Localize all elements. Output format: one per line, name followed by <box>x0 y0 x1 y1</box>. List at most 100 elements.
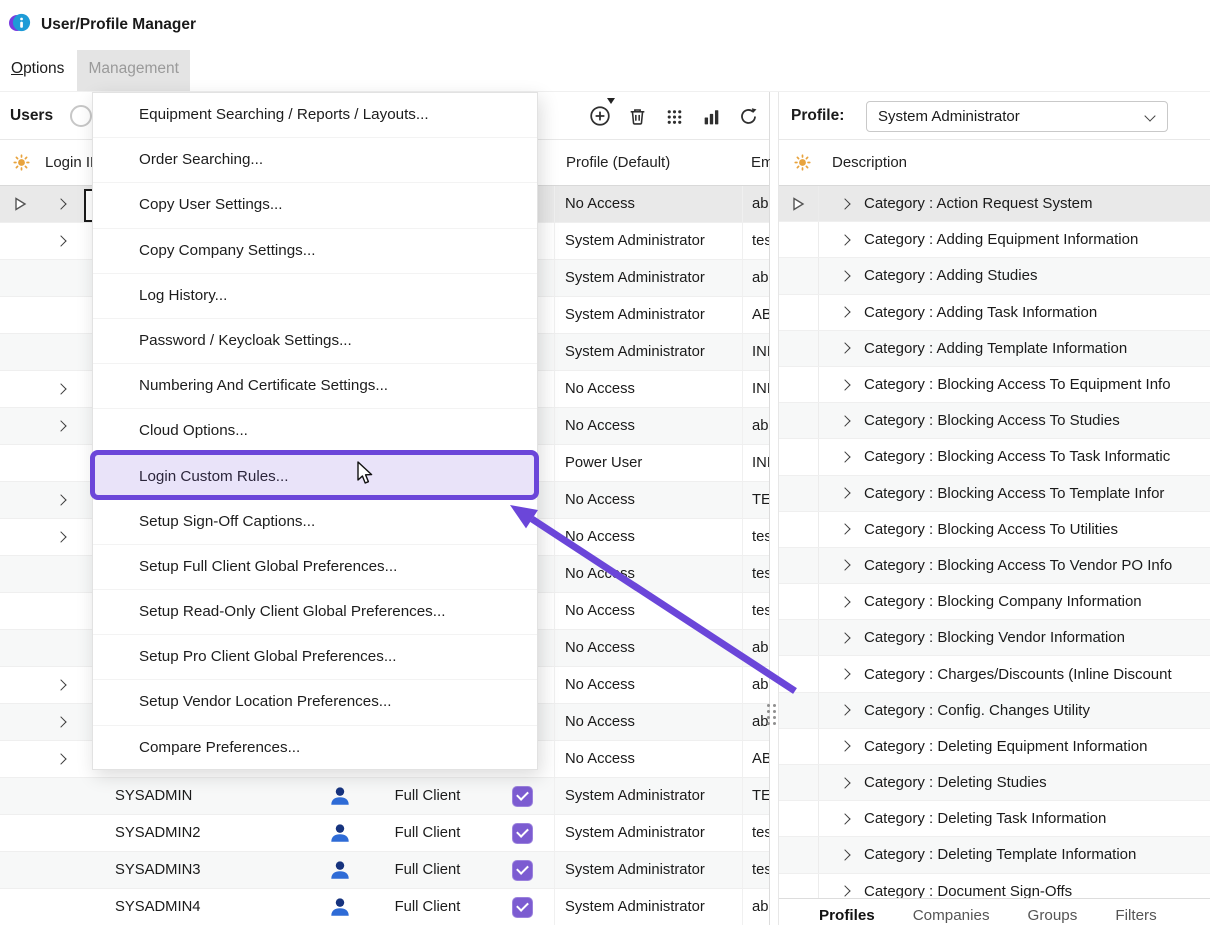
column-header-description[interactable]: Description <box>832 140 907 186</box>
category-row[interactable]: Category : Document Sign-Offs <box>779 874 1210 898</box>
expander-chevron-icon[interactable] <box>839 270 850 281</box>
menu-item[interactable]: Copy User Settings... <box>93 183 537 228</box>
menu-item[interactable]: Setup Read-Only Client Global Preference… <box>93 590 537 635</box>
menu-item[interactable]: Equipment Searching / Reports / Layouts.… <box>93 93 537 138</box>
menu-item[interactable]: Copy Company Settings... <box>93 229 537 274</box>
expander-chevron-icon[interactable] <box>55 383 66 394</box>
category-row[interactable]: Category : Blocking Access To Template I… <box>779 476 1210 512</box>
menu-item[interactable]: Compare Preferences... <box>93 726 537 771</box>
enabled-checkbox[interactable] <box>512 823 533 844</box>
row-expander[interactable] <box>40 482 82 518</box>
expander-chevron-icon[interactable] <box>55 198 66 209</box>
row-expander[interactable] <box>40 186 82 222</box>
expander-chevron-icon[interactable] <box>55 420 66 431</box>
row-expander[interactable] <box>40 704 82 740</box>
splitter-grip[interactable] <box>767 704 776 725</box>
category-row[interactable]: Category : Config. Changes Utility <box>779 693 1210 729</box>
category-row[interactable]: Category : Deleting Studies <box>779 765 1210 801</box>
category-row[interactable]: Category : Blocking Access To Utilities <box>779 512 1210 548</box>
column-settings-sun-icon[interactable] <box>13 154 30 175</box>
chart-view-button[interactable] <box>696 101 726 131</box>
menu-item[interactable]: Password / Keycloak Settings... <box>93 319 537 364</box>
menu-management[interactable]: Management <box>77 50 189 91</box>
row-expander[interactable] <box>40 519 82 555</box>
expander-chevron-icon[interactable] <box>839 741 850 752</box>
expander-chevron-icon[interactable] <box>839 415 850 426</box>
expander-chevron-icon[interactable] <box>839 234 850 245</box>
expander-chevron-icon[interactable] <box>839 705 850 716</box>
expander-chevron-icon[interactable] <box>839 379 850 390</box>
category-row[interactable]: Category : Blocking Vendor Information <box>779 620 1210 656</box>
menu-item[interactable]: Setup Sign-Off Captions... <box>93 500 537 545</box>
expander-chevron-icon[interactable] <box>839 524 850 535</box>
menu-item[interactable]: Setup Full Client Global Preferences... <box>93 545 537 590</box>
expander-chevron-icon[interactable] <box>839 198 850 209</box>
expander-chevron-icon[interactable] <box>839 668 850 679</box>
menu-item[interactable]: Numbering And Certificate Settings... <box>93 364 537 409</box>
menu-item[interactable]: Setup Vendor Location Preferences... <box>93 680 537 725</box>
table-row[interactable]: SYSADMIN2Full ClientSystem Administrator… <box>0 815 769 852</box>
category-row[interactable]: Category : Charges/Discounts (Inline Dis… <box>779 656 1210 692</box>
enabled-checkbox[interactable] <box>512 897 533 918</box>
column-header-email[interactable]: Email <box>751 140 770 186</box>
category-row[interactable]: Category : Adding Studies <box>779 258 1210 294</box>
table-row[interactable]: SYSADMIN4Full ClientSystem Administrator… <box>0 889 769 925</box>
column-settings-sun-icon[interactable] <box>794 154 811 175</box>
category-row[interactable]: Category : Action Request System <box>779 186 1210 222</box>
category-row[interactable]: Category : Blocking Access To Vendor PO … <box>779 548 1210 584</box>
table-row[interactable]: SYSADMIN3Full ClientSystem Administrator… <box>0 852 769 889</box>
row-expander[interactable] <box>40 371 82 407</box>
menu-item[interactable]: Log History... <box>93 274 537 319</box>
category-row[interactable]: Category : Adding Template Information <box>779 331 1210 367</box>
tab-profiles[interactable]: Profiles <box>819 899 875 925</box>
menu-item[interactable]: Login Custom Rules... <box>93 455 537 500</box>
expander-chevron-icon[interactable] <box>839 849 850 860</box>
profile-select[interactable]: System Administrator <box>866 101 1168 132</box>
expander-chevron-icon[interactable] <box>55 494 66 505</box>
enabled-checkbox[interactable] <box>512 860 533 881</box>
category-row[interactable]: Category : Blocking Company Information <box>779 584 1210 620</box>
expander-chevron-icon[interactable] <box>839 596 850 607</box>
refresh-button[interactable] <box>733 101 763 131</box>
add-dropdown-caret-icon[interactable] <box>607 98 615 104</box>
row-expander[interactable] <box>40 741 82 777</box>
expander-chevron-icon[interactable] <box>839 343 850 354</box>
tab-companies[interactable]: Companies <box>913 899 990 925</box>
tab-filters[interactable]: Filters <box>1115 899 1156 925</box>
enabled-checkbox[interactable] <box>512 786 533 807</box>
menu-item[interactable]: Cloud Options... <box>93 409 537 454</box>
expander-chevron-icon[interactable] <box>839 885 850 896</box>
expander-chevron-icon[interactable] <box>839 777 850 788</box>
table-row[interactable]: SYSADMINFull ClientSystem AdministratorT… <box>0 778 769 815</box>
row-expander[interactable] <box>40 223 82 259</box>
category-row[interactable]: Category : Adding Equipment Information <box>779 222 1210 258</box>
expander-chevron-icon[interactable] <box>55 235 66 246</box>
category-row[interactable]: Category : Blocking Access To Task Infor… <box>779 439 1210 475</box>
users-toggle[interactable] <box>70 105 92 127</box>
row-expander[interactable] <box>40 667 82 703</box>
category-row[interactable]: Category : Deleting Template Information <box>779 837 1210 873</box>
category-row[interactable]: Category : Deleting Equipment Informatio… <box>779 729 1210 765</box>
expander-chevron-icon[interactable] <box>839 451 850 462</box>
category-row[interactable]: Category : Deleting Task Information <box>779 801 1210 837</box>
add-user-button[interactable] <box>585 101 615 131</box>
expander-chevron-icon[interactable] <box>839 487 850 498</box>
tab-groups[interactable]: Groups <box>1028 899 1078 925</box>
expander-chevron-icon[interactable] <box>55 531 66 542</box>
expander-chevron-icon[interactable] <box>839 306 850 317</box>
delete-user-button[interactable] <box>622 101 652 131</box>
expander-chevron-icon[interactable] <box>55 716 66 727</box>
column-header-profile[interactable]: Profile (Default) <box>566 140 670 186</box>
row-expander[interactable] <box>40 408 82 444</box>
menu-options[interactable]: Options <box>0 50 75 91</box>
menu-item[interactable]: Order Searching... <box>93 138 537 183</box>
expander-chevron-icon[interactable] <box>55 753 66 764</box>
category-row[interactable]: Category : Adding Task Information <box>779 295 1210 331</box>
category-row[interactable]: Category : Blocking Access To Studies <box>779 403 1210 439</box>
expander-chevron-icon[interactable] <box>55 679 66 690</box>
expander-chevron-icon[interactable] <box>839 632 850 643</box>
menu-item[interactable]: Setup Pro Client Global Preferences... <box>93 635 537 680</box>
category-row[interactable]: Category : Blocking Access To Equipment … <box>779 367 1210 403</box>
expander-chevron-icon[interactable] <box>839 560 850 571</box>
expander-chevron-icon[interactable] <box>839 813 850 824</box>
